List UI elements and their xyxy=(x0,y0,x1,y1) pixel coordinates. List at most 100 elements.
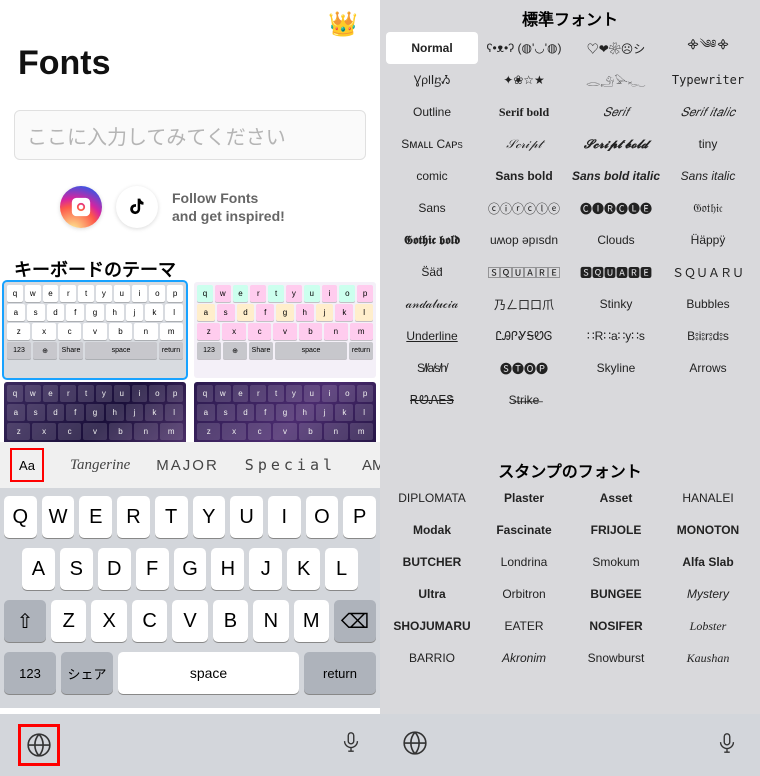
key-y[interactable]: Y xyxy=(193,496,226,538)
font-option[interactable]: Skyline xyxy=(570,352,662,384)
font-option[interactable]: S̶t̶r̶i̶k̶e̶ xyxy=(478,384,570,416)
stamp-font-option[interactable]: MONOTON xyxy=(662,514,754,546)
key-d[interactable]: D xyxy=(98,548,131,590)
stamp-font-option[interactable]: BARRIO xyxy=(386,642,478,674)
font-option[interactable]: ♡❤❀☹シ xyxy=(570,32,662,64)
key-m[interactable]: M xyxy=(294,600,329,642)
stamp-font-option[interactable]: Asset xyxy=(570,482,662,514)
font-option[interactable]: ＳＱＵＡＲＵ xyxy=(662,256,754,288)
font-option[interactable]: 𝒶𝓃𝒹𝒶𝓁𝓊𝒸𝒾𝒶 xyxy=(386,288,478,320)
font-option[interactable]: Sans xyxy=(386,192,478,224)
font-option[interactable] xyxy=(662,384,754,416)
stamp-font-option[interactable]: Orbitron xyxy=(478,578,570,610)
instagram-icon[interactable] xyxy=(60,186,102,228)
font-option[interactable]: Clouds xyxy=(570,224,662,256)
key-w[interactable]: W xyxy=(42,496,75,538)
font-picker-item[interactable]: Tangerine xyxy=(70,457,130,474)
key-a[interactable]: A xyxy=(22,548,55,590)
stamp-font-option[interactable]: Akronim xyxy=(478,642,570,674)
stamp-font-option[interactable]: Kaushan xyxy=(662,642,754,674)
font-option[interactable]: Typewriter xyxy=(662,64,754,96)
font-picker-selected[interactable]: Aa xyxy=(10,448,44,482)
stamp-font-option[interactable]: Mystery xyxy=(662,578,754,610)
font-option[interactable]: 𓂋𓄂𓅪𓆑 xyxy=(570,64,662,96)
font-option[interactable]: ᯽༄༅᯽ xyxy=(662,32,754,64)
backspace-key[interactable]: ⌫ xyxy=(334,600,376,642)
font-option[interactable]: ʕ•ᴥ•ʔ (◍'◡'◍) xyxy=(478,32,570,64)
theme-pastel[interactable]: qwertyuiopasdfghjklzxcvbnm123⊕Sharespace… xyxy=(194,282,376,378)
font-option[interactable]: ᎡᏬᏁᎬᏕ xyxy=(386,384,478,416)
stamp-font-option[interactable]: FRIJOLE xyxy=(570,514,662,546)
key-k[interactable]: K xyxy=(287,548,320,590)
font-option[interactable] xyxy=(570,384,662,416)
key-f[interactable]: F xyxy=(136,548,169,590)
font-option[interactable]: Normal xyxy=(386,32,478,64)
font-picker-item[interactable]: MAJOR xyxy=(156,457,219,474)
font-option[interactable]: 🅒🅘🅡🅒🅛🅔 xyxy=(570,192,662,224)
space-key[interactable]: space xyxy=(118,652,299,694)
font-option[interactable]: Underline xyxy=(386,320,478,352)
key-g[interactable]: G xyxy=(174,548,207,590)
key-v[interactable]: V xyxy=(172,600,207,642)
font-option[interactable]: Ḧäppÿ xyxy=(662,224,754,256)
key-x[interactable]: X xyxy=(91,600,126,642)
share-key[interactable]: シェア xyxy=(61,652,113,694)
font-option[interactable]: tiny xyxy=(662,128,754,160)
key-u[interactable]: U xyxy=(230,496,263,538)
crown-icon[interactable]: 👑 xyxy=(328,10,358,39)
stamp-font-option[interactable]: Plaster xyxy=(478,482,570,514)
key-e[interactable]: E xyxy=(79,496,112,538)
font-option[interactable]: Sᴍᴀʟʟ Cᴀᴘs xyxy=(386,128,478,160)
font-picker-item[interactable]: Special xyxy=(245,456,336,474)
font-picker-item[interactable]: AMATIC xyxy=(362,457,380,474)
stamp-font-option[interactable]: BUNGEE xyxy=(570,578,662,610)
num-key[interactable]: 123 xyxy=(4,652,56,694)
font-option[interactable]: 🅂🅀🅄🄰🅁🄴 xyxy=(478,256,570,288)
tiktok-icon[interactable] xyxy=(116,186,158,228)
font-option[interactable]: Bubbles xyxy=(662,288,754,320)
font-option[interactable]: Serif bold xyxy=(478,96,570,128)
theme-default[interactable]: qwertyuiopasdfghjklzxcvbnm123⊕Sharespace… xyxy=(4,282,186,378)
font-option[interactable]: 乃ㄥ口口爪 xyxy=(478,288,570,320)
font-option[interactable]: S̈äd̈ xyxy=(386,256,478,288)
theme-galaxy2[interactable]: qwertyuiopasdfghjklzxcvbnm123⊕Sharespace… xyxy=(194,382,376,442)
shift-key[interactable]: ⇧ xyxy=(4,600,46,642)
font-option[interactable]: Arrows xyxy=(662,352,754,384)
key-n[interactable]: N xyxy=(253,600,288,642)
stamp-font-option[interactable]: EATER xyxy=(478,610,570,642)
stamp-font-option[interactable]: Ultra xyxy=(386,578,478,610)
font-option[interactable]: 𝑆𝑒𝑟𝑖𝑓 𝑖𝑡𝑎𝑙𝑖𝑐 xyxy=(662,96,754,128)
font-option[interactable]: uʍop ǝpısdn xyxy=(478,224,570,256)
key-h[interactable]: H xyxy=(211,548,244,590)
font-option[interactable]: ⓒⓘⓡⓒⓛⓔ xyxy=(478,192,570,224)
font-option[interactable]: 𝔊𝔬𝔱𝔥𝔦𝔠 xyxy=(662,192,754,224)
stamp-font-option[interactable]: Snowburst xyxy=(570,642,662,674)
stamp-font-option[interactable]: DIPLOMATA xyxy=(386,482,478,514)
font-option[interactable]: Sans bold xyxy=(478,160,570,192)
key-o[interactable]: O xyxy=(306,496,339,538)
stamp-font-option[interactable]: Lobster xyxy=(662,610,754,642)
key-l[interactable]: L xyxy=(325,548,358,590)
mic-icon[interactable] xyxy=(716,729,738,762)
font-option[interactable]: Outline xyxy=(386,96,478,128)
globe-icon[interactable] xyxy=(18,724,60,766)
font-option[interactable]: ƔρƖⵏⴝᏱ xyxy=(386,64,478,96)
font-option[interactable]: 🆂🆀🆄🅰🆁🅴 xyxy=(570,256,662,288)
stamp-font-option[interactable]: Londrina xyxy=(478,546,570,578)
font-option[interactable]: 𝒮𝒸𝓇𝒾𝓅𝓉 xyxy=(478,128,570,160)
stamp-font-option[interactable]: NOSIFER xyxy=(570,610,662,642)
font-option[interactable]: 🅢🅣🅞🅟 xyxy=(478,352,570,384)
key-b[interactable]: B xyxy=(213,600,248,642)
key-t[interactable]: T xyxy=(155,496,188,538)
font-option[interactable]: ᏝᎯᎵᎽᎦᏬᎶ xyxy=(478,320,570,352)
return-key[interactable]: return xyxy=(304,652,376,694)
font-option[interactable]: ✦❀☆★ xyxy=(478,64,570,96)
key-z[interactable]: Z xyxy=(51,600,86,642)
font-option[interactable]: Stinky xyxy=(570,288,662,320)
theme-galaxy1[interactable]: qwertyuiopasdfghjklzxcvbnm123⊕Sharespace… xyxy=(4,382,186,442)
font-option[interactable]: Sans italic xyxy=(662,160,754,192)
stamp-font-option[interactable]: SHOJUMARU xyxy=(386,610,478,642)
font-option[interactable]: B⦂i⦂r⦂d⦂s xyxy=(662,320,754,352)
font-option[interactable]: S̸l̸a̸s̸h̸ xyxy=(386,352,478,384)
stamp-font-option[interactable]: Fascinate xyxy=(478,514,570,546)
